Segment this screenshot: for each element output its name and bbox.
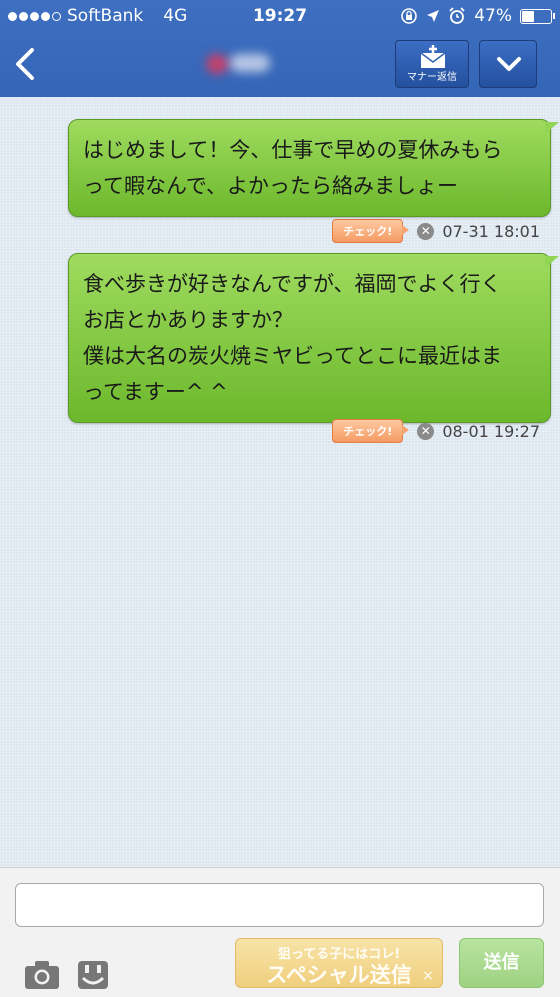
rotation-lock-icon xyxy=(401,8,418,24)
status-icons: 47% xyxy=(400,6,555,26)
alarm-icon xyxy=(449,7,465,24)
message-timestamp: 07-31 18:01 xyxy=(442,221,540,241)
check-badge-button[interactable]: チェック! xyxy=(332,219,410,243)
message-text-line: お店とかありますか？ xyxy=(83,308,293,332)
message-bubble[interactable]: はじめまして！今、仕事で早めの夏休みもら って暇なんで、よかったら絡みましょー xyxy=(68,119,559,217)
top-bar: SoftBank 4G 19:27 47% マナー返信 xyxy=(0,0,560,97)
stamp-icon[interactable] xyxy=(77,960,109,994)
check-badge-button[interactable]: チェック! xyxy=(332,419,410,443)
message-meta: チェック! ✕ 07-31 18:01 xyxy=(332,219,540,243)
chevron-down-icon xyxy=(497,57,521,71)
camera-icon[interactable] xyxy=(24,960,60,994)
message-bubble[interactable]: 食べ歩きが好きなんですが、福岡でよく行く お店とかありますか？ 僕は大名の炭火焼… xyxy=(68,253,559,423)
manner-reply-label: マナー返信 xyxy=(407,72,457,83)
manner-reply-button[interactable]: マナー返信 xyxy=(395,40,469,88)
close-icon[interactable]: × xyxy=(422,968,434,984)
special-send-button[interactable]: 狙ってる子にはコレ! スペシャル送信 × xyxy=(235,938,443,988)
chevron-left-icon xyxy=(16,48,34,80)
message-text-line: って暇なんで、よかったら絡みましょー xyxy=(83,174,459,198)
status-bar: SoftBank 4G 19:27 47% xyxy=(0,0,560,34)
battery-icon xyxy=(520,8,555,24)
message-text-line: はじめまして！今、仕事で早めの夏休みもら xyxy=(83,138,503,162)
contact-name-blurred xyxy=(200,48,280,78)
composer-bar: 狙ってる子にはコレ! スペシャル送信 × 送信 xyxy=(0,867,560,997)
message-thread[interactable]: はじめまして！今、仕事で早めの夏休みもら って暇なんで、よかったら絡みましょー … xyxy=(0,97,560,867)
message-input[interactable] xyxy=(15,883,544,927)
battery-percent: 47% xyxy=(474,6,512,26)
menu-dropdown-button[interactable] xyxy=(479,40,537,88)
message-meta: チェック! ✕ 08-01 19:27 xyxy=(332,419,540,443)
back-button[interactable] xyxy=(10,44,42,84)
message-text-line: ってますー^ ^ xyxy=(83,380,228,404)
battery-level xyxy=(522,10,534,22)
delete-icon[interactable]: ✕ xyxy=(417,422,435,440)
message-text-line: 僕は大名の炭火焼ミヤビってとこに最近はま xyxy=(83,344,502,368)
message-text-line: 食べ歩きが好きなんですが、福岡でよく行く xyxy=(83,272,502,296)
location-icon xyxy=(427,10,440,22)
message-timestamp: 08-01 19:27 xyxy=(442,421,540,441)
envelope-icon xyxy=(420,45,446,68)
delete-icon[interactable]: ✕ xyxy=(417,222,435,240)
special-send-label: スペシャル送信 xyxy=(266,963,412,987)
send-button[interactable]: 送信 xyxy=(459,938,544,988)
